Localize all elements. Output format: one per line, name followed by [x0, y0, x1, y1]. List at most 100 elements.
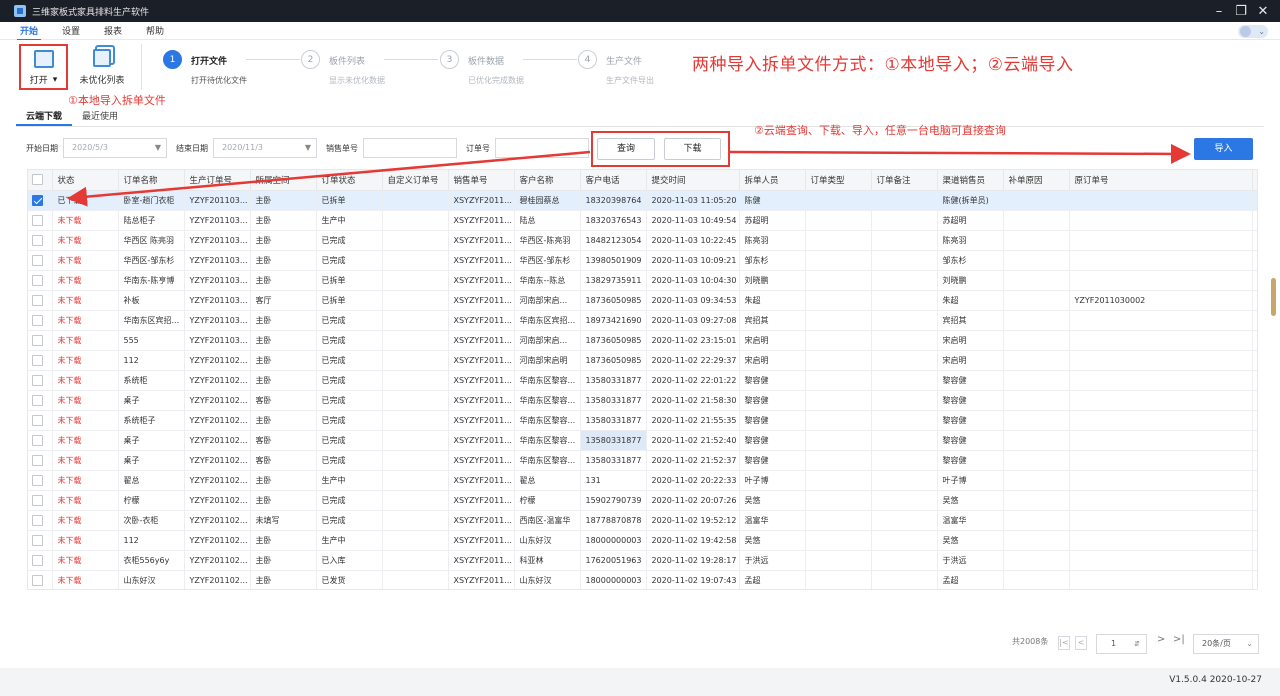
row-checkbox[interactable] [28, 550, 53, 571]
row-checkbox[interactable] [28, 250, 53, 271]
row-checkbox[interactable] [28, 410, 53, 431]
minimize-icon[interactable]: – [1208, 0, 1230, 22]
row-checkbox[interactable] [28, 210, 53, 231]
table-row[interactable]: 未下载 补板 YZYF201103... 客厅 已拆单 XSYZYF2011... 河南部宋… [28, 290, 1257, 311]
row-checkbox[interactable] [28, 330, 53, 351]
row-checkbox[interactable] [28, 370, 53, 391]
next-page-icon[interactable]: > [1157, 634, 1165, 654]
table-row[interactable]: 未下载 华南东-陈亨博 YZYF201103... 主卧 已拆单 XSYZYF2011..… [28, 270, 1257, 291]
table-row[interactable]: 未下载 山东好汉 YZYF201102... 主卧 已发货 XSYZYF2011... 山东… [28, 570, 1257, 589]
row-checkbox[interactable] [28, 290, 53, 311]
table-row[interactable]: 未下载 华西区-邹东杉 YZYF201103... 主卧 已完成 XSYZYF2011..… [28, 250, 1257, 271]
table-row[interactable]: 未下载 桌子 YZYF201102... 客卧 已完成 XSYZYF2011... 华南东区… [28, 390, 1257, 411]
start-date-picker[interactable]: 2020/5/3 ▼ [63, 138, 167, 158]
cell-order-remark [871, 210, 938, 231]
column-header-submit-time[interactable]: 提交时间 [646, 170, 740, 191]
table-row[interactable]: 未下载 柠檬 YZYF201102... 主卧 已完成 XSYZYF2011... 柠檬 15… [28, 490, 1257, 511]
table-row[interactable]: 未下载 系统柜子 YZYF201102... 主卧 已完成 XSYZYF2011... 华南… [28, 410, 1257, 431]
query-button[interactable]: 查询 [597, 138, 655, 160]
download-button[interactable]: 下载 [664, 138, 721, 160]
column-header-custom-order-no[interactable]: 自定义订单号 [382, 170, 449, 191]
close-icon[interactable]: ✕ [1252, 0, 1274, 22]
column-header-order-remark[interactable]: 订单备注 [871, 170, 938, 191]
menu-help[interactable]: 帮助 [146, 24, 164, 37]
tab-cloud-download[interactable]: 云端下载 [16, 108, 73, 126]
cell-original-order-no [1069, 530, 1253, 551]
stepper-arrows-icon[interactable]: ⇵ [1134, 635, 1140, 653]
cell-customer-name: 科亚林 [514, 550, 581, 571]
cell-order-status: 已完成 [316, 230, 383, 251]
column-header-space[interactable]: 所属空间 [250, 170, 317, 191]
restore-icon[interactable]: ❐ [1230, 0, 1252, 22]
table-row[interactable]: 未下载 112 YZYF201102... 主卧 已完成 XSYZYF2011... 河南部… [28, 350, 1257, 371]
page-number-stepper[interactable]: 1 ⇵ [1096, 634, 1147, 654]
last-page-icon[interactable]: >| [1173, 634, 1185, 654]
row-checkbox[interactable] [28, 570, 53, 589]
step-name: 板件数据 [468, 57, 505, 67]
row-checkbox[interactable] [28, 270, 53, 291]
step-desc: 显示未优化数据 [329, 76, 385, 85]
table-row[interactable]: 未下载 112 YZYF201102... 主卧 生产中 XSYZYF2011... 山东好… [28, 530, 1257, 551]
column-header-customer-phone[interactable]: 客户电话 [580, 170, 647, 191]
row-checkbox[interactable] [28, 230, 53, 251]
column-header-sales-no[interactable]: 销售单号 [448, 170, 515, 191]
first-page-icon[interactable]: |< [1058, 636, 1070, 650]
tab-recent[interactable]: 最近使用 [72, 108, 128, 126]
row-checkbox[interactable] [28, 310, 53, 331]
table-row[interactable]: 未下载 衣柜556y6y YZYF201102... 主卧 已入库 XSYZYF2011.… [28, 550, 1257, 571]
cell-splitter: 黎容健 [739, 370, 806, 391]
row-checkbox[interactable] [28, 490, 53, 511]
end-date-picker[interactable]: 2020/11/3 ▼ [213, 138, 317, 158]
select-all-checkbox[interactable] [28, 170, 53, 191]
cell-order-status: 生产中 [316, 530, 383, 551]
column-header-channel-salesperson[interactable]: 渠道销售员 [937, 170, 1004, 191]
table-row[interactable]: 已下载 卧室-趟门衣柜 YZYF201103... 主卧 已拆单 XSYZYF2011..… [28, 190, 1257, 211]
open-button[interactable]: 打开 ▾ [19, 44, 68, 90]
column-header-supplement-reason[interactable]: 补单原因 [1003, 170, 1070, 191]
row-checkbox[interactable] [28, 350, 53, 371]
cell-order-remark [871, 190, 938, 211]
column-header-filler [1252, 170, 1257, 191]
row-checkbox[interactable] [28, 470, 53, 491]
table-row[interactable]: 未下载 次卧-衣柜 YZYF201102... 未填写 已完成 XSYZYF2011...… [28, 510, 1257, 531]
row-checkbox[interactable] [28, 530, 53, 551]
column-header-original-order-no[interactable]: 原订单号 [1069, 170, 1253, 191]
import-button[interactable]: 导入 [1194, 138, 1253, 160]
sales-number-input[interactable] [363, 138, 457, 158]
cell-original-order-no [1069, 210, 1253, 231]
table-row[interactable]: 未下载 翟总 YZYF201102... 主卧 生产中 XSYZYF2011... 翟总 13… [28, 470, 1257, 491]
column-header-order-status[interactable]: 订单状态 [316, 170, 383, 191]
column-header-customer-name[interactable]: 客户名称 [514, 170, 581, 191]
window-scrollbar[interactable] [1271, 278, 1276, 316]
menu-settings[interactable]: 设置 [62, 24, 80, 37]
column-header-status[interactable]: 状态 [52, 170, 119, 191]
cell-order-name: 补板 [118, 290, 185, 311]
row-checkbox[interactable] [28, 510, 53, 531]
column-header-production-order-no[interactable]: 生产订单号 [184, 170, 251, 191]
column-header-order-type[interactable]: 订单类型 [805, 170, 872, 191]
table-row[interactable]: 未下载 桌子 YZYF201102... 客卧 已完成 XSYZYF2011... 华南东区… [28, 450, 1257, 471]
row-checkbox[interactable] [28, 450, 53, 471]
menu-reports[interactable]: 报表 [104, 24, 122, 37]
row-checkbox[interactable] [28, 430, 53, 451]
checkbox-icon [32, 354, 43, 366]
row-checkbox[interactable] [28, 190, 53, 211]
table-row[interactable]: 未下载 555 YZYF201103... 主卧 已完成 XSYZYF2011... 河南部… [28, 330, 1257, 351]
column-header-order-name[interactable]: 订单名称 [118, 170, 185, 191]
cell-filler [1252, 250, 1257, 271]
dropdown-caret-icon[interactable]: ▾ [53, 75, 58, 85]
table-row[interactable]: 未下载 桌子 YZYF201102... 客卧 已完成 XSYZYF2011... 华南东区… [28, 430, 1257, 451]
row-checkbox[interactable] [28, 390, 53, 411]
menu-start[interactable]: 开始 [16, 24, 42, 41]
unoptimized-list-button[interactable]: 未优化列表 [76, 46, 128, 90]
user-menu[interactable]: ⌄ [1238, 25, 1268, 38]
table-row[interactable]: 未下载 系统柜 YZYF201102... 主卧 已完成 XSYZYF2011... 华南东… [28, 370, 1257, 391]
table-row[interactable]: 未下载 华西区 陈亮羽 YZYF201103... 主卧 已完成 XSYZYF2011..… [28, 230, 1257, 251]
page-size-select[interactable]: 20条/页 ⌄ [1193, 634, 1259, 654]
table-row[interactable]: 未下载 陆总柜子 YZYF201103... 主卧 生产中 XSYZYF2011... 陆总… [28, 210, 1257, 231]
column-header-splitter[interactable]: 拆单人员 [739, 170, 806, 191]
order-number-input[interactable] [495, 138, 589, 158]
table-row[interactable]: 未下载 华南东区宾招... YZYF201103... 主卧 已完成 XSYZYF2011… [28, 310, 1257, 331]
cell-original-order-no [1069, 330, 1253, 351]
prev-page-icon[interactable]: < [1075, 636, 1087, 650]
